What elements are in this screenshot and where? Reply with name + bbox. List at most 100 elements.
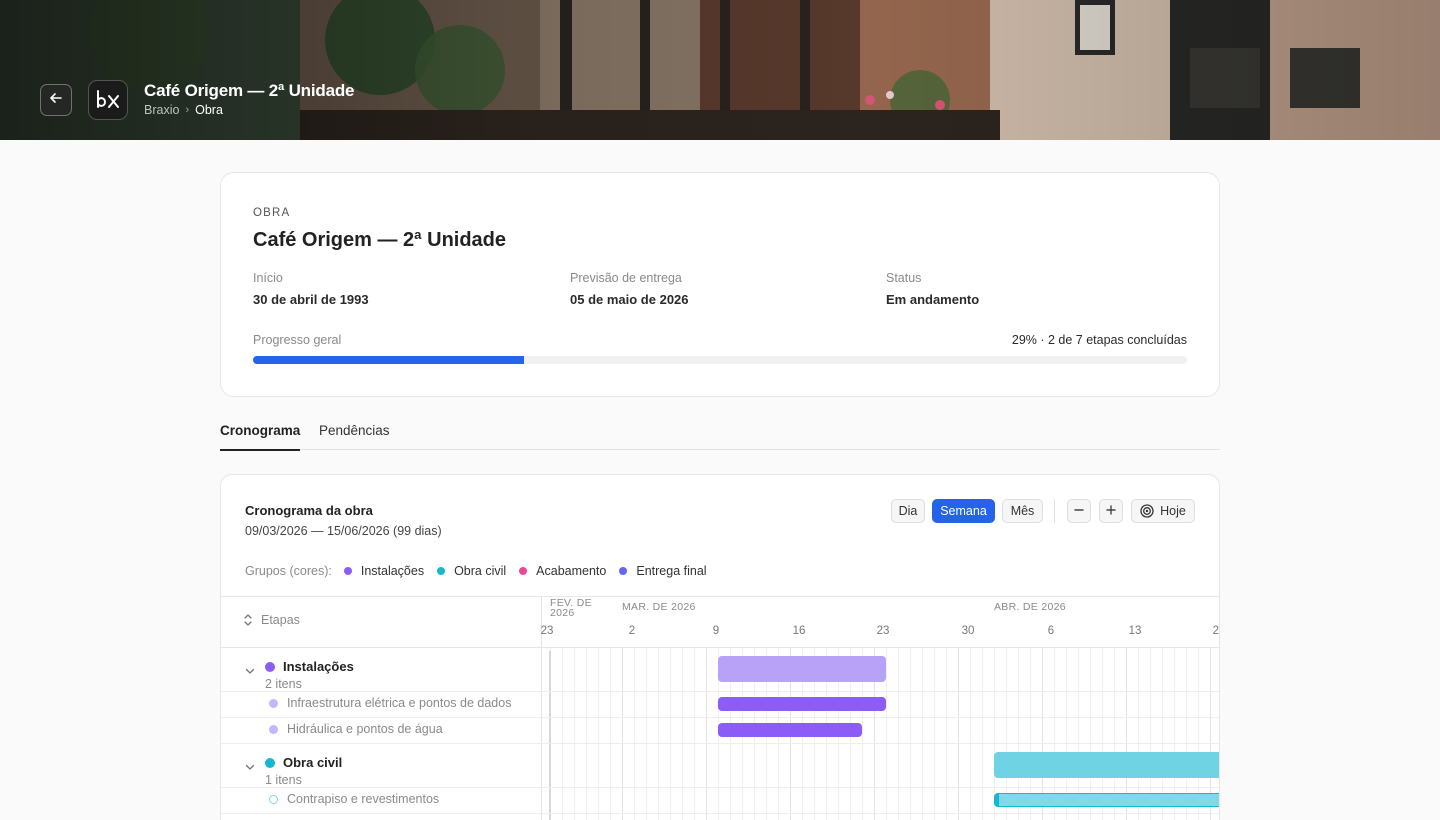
- grid-line: [682, 648, 683, 820]
- grid-line: [598, 648, 599, 820]
- chevron-down-icon[interactable]: [245, 663, 255, 681]
- grid-line: [586, 648, 587, 820]
- status-block: Status Em andamento: [886, 271, 979, 307]
- grid-line: [574, 648, 575, 820]
- day-label: 23: [876, 625, 890, 637]
- start-date-label: Início: [253, 271, 283, 285]
- gantt-top-border: [221, 596, 1219, 597]
- zoom-in-button[interactable]: [1099, 499, 1123, 523]
- gantt-bar-task[interactable]: [994, 793, 1219, 807]
- today-label: Hoje: [1160, 504, 1186, 518]
- today-marker: [549, 651, 551, 820]
- breadcrumb: Braxio › Obra: [144, 103, 223, 117]
- task-name: Hidráulica e pontos de água: [287, 722, 443, 736]
- task-row[interactable]: Hidráulica e pontos de água: [269, 722, 519, 736]
- grid-line: [562, 648, 563, 820]
- gantt-header-border: [221, 647, 1219, 648]
- grid-line: [970, 648, 971, 820]
- due-date-value: 05 de maio de 2026: [570, 292, 689, 307]
- grid-line: [946, 648, 947, 820]
- day-label: 16: [792, 625, 806, 637]
- row-divider: [221, 717, 1219, 718]
- day-label: 9: [712, 625, 720, 637]
- project-summary-card: OBRA Café Origem — 2ª Unidade Início 30 …: [220, 172, 1220, 397]
- view-day-button[interactable]: Dia: [891, 499, 925, 523]
- gantt-bar-task[interactable]: [718, 697, 886, 711]
- gantt-bar-group-obra-civil[interactable]: [994, 752, 1219, 778]
- grid-line: [610, 648, 611, 820]
- arrow-left-icon: [49, 91, 63, 110]
- task-color-dot: [269, 794, 278, 804]
- legend-item: Instalações: [343, 564, 425, 578]
- row-divider: [221, 787, 1219, 788]
- view-month-button[interactable]: Mês: [1002, 499, 1043, 523]
- zoom-out-button[interactable]: [1067, 499, 1091, 523]
- legend-label: Obra civil: [454, 564, 507, 578]
- group-color-dot: [265, 758, 275, 768]
- schedule-title: Cronograma da obra: [245, 503, 373, 518]
- grid-line: [886, 648, 887, 820]
- group-count: 1 itens: [265, 773, 302, 787]
- row-divider: [221, 813, 1219, 814]
- grid-line: [670, 648, 671, 820]
- app-logo: [88, 80, 128, 120]
- progress-summary: 29% · 2 de 7 etapas concluídas: [1011, 333, 1187, 347]
- view-week-button[interactable]: Semana: [932, 499, 995, 523]
- tab-cronograma[interactable]: Cronograma: [220, 423, 301, 451]
- grid-line: [898, 648, 899, 820]
- legend-item: Entrega final: [619, 564, 707, 578]
- etapas-header[interactable]: Etapas: [243, 613, 300, 627]
- legend-label: Entrega final: [636, 564, 707, 578]
- sort-icon: [243, 613, 261, 627]
- today-button[interactable]: Hoje: [1131, 499, 1195, 523]
- group-name: Obra civil: [283, 755, 343, 770]
- day-label: 20: [1212, 625, 1220, 637]
- legend-dot: [619, 567, 628, 575]
- progress-bar-fill: [253, 356, 524, 364]
- row-divider: [221, 743, 1219, 744]
- legend-title: Grupos (cores):: [245, 564, 332, 578]
- task-name: Infraestrutura elétrica e pontos de dado…: [287, 696, 512, 710]
- schedule-card: Cronograma da obra 09/03/2026 — 15/06/20…: [220, 474, 1220, 820]
- task-row[interactable]: Infraestrutura elétrica e pontos de dado…: [269, 696, 519, 710]
- group-legend: Grupos (cores): Instalações Obra civil A…: [245, 564, 720, 578]
- gantt-bar-progress: [995, 794, 999, 806]
- day-label: 23: [540, 625, 554, 637]
- breadcrumb-current: Obra: [195, 103, 223, 117]
- day-label: 2: [628, 625, 636, 637]
- chevron-down-icon[interactable]: [245, 759, 255, 777]
- hero-overlay: [0, 0, 1440, 140]
- due-date-block: Previsão de entrega 05 de maio de 2026: [570, 271, 689, 307]
- day-label: 6: [1047, 625, 1055, 637]
- progress-bar: [253, 356, 1187, 364]
- row-divider: [221, 691, 1219, 692]
- breadcrumb-home[interactable]: Braxio: [144, 103, 179, 117]
- tab-pendencias[interactable]: Pendências: [319, 423, 390, 449]
- plus-icon: [1105, 504, 1117, 519]
- grid-line: [922, 648, 923, 820]
- gantt-bar-group-instalacoes[interactable]: [718, 656, 886, 682]
- tab-bar: Cronograma Pendências: [220, 412, 1220, 451]
- etapas-header-label: Etapas: [261, 613, 300, 627]
- group-name: Instalações: [283, 659, 354, 674]
- status-label: Status: [886, 271, 922, 285]
- gantt-bar-task[interactable]: [718, 723, 862, 737]
- start-date-block: Início 30 de abril de 1993: [253, 271, 369, 307]
- minus-icon: [1073, 504, 1085, 519]
- grid-line: [934, 648, 935, 820]
- month-label: FEV. DE 2026: [550, 597, 592, 619]
- target-icon: [1140, 504, 1154, 518]
- progress-label: Progresso geral: [253, 333, 342, 347]
- legend-label: Instalações: [360, 564, 425, 578]
- legend-item: Obra civil: [437, 564, 506, 578]
- task-name: Contrapiso e revestimentos: [287, 792, 440, 806]
- grid-line: [646, 648, 647, 820]
- grid-line: [958, 648, 959, 820]
- grid-line: [910, 648, 911, 820]
- card-kicker: OBRA: [253, 207, 291, 219]
- legend-label: Acabamento: [536, 564, 607, 578]
- back-button[interactable]: [40, 84, 72, 116]
- group-count: 2 itens: [265, 677, 302, 691]
- task-row[interactable]: Contrapiso e revestimentos: [269, 792, 519, 806]
- grid-line: [622, 648, 623, 820]
